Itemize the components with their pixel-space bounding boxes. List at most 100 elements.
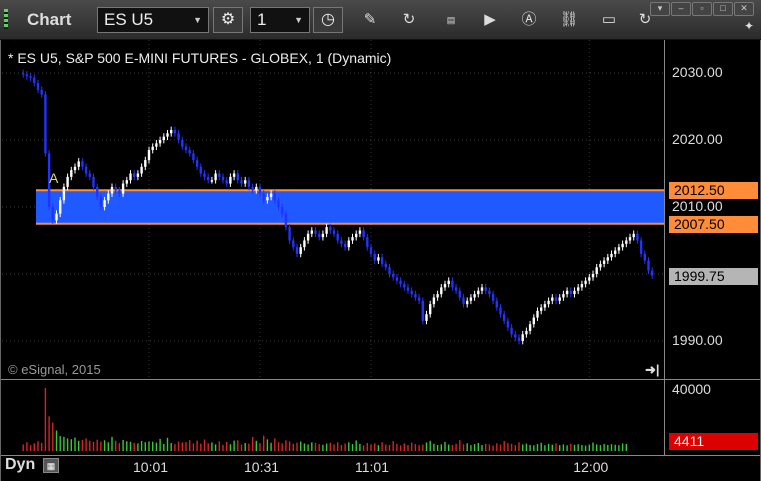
candle-body	[388, 267, 391, 274]
candle-body	[166, 133, 169, 137]
candle-body	[247, 180, 251, 187]
candle-body	[70, 170, 73, 177]
candle-body	[392, 274, 395, 278]
scale-mode-label[interactable]: Dyn	[5, 456, 35, 474]
candle-body	[540, 307, 543, 311]
candle-body	[299, 247, 302, 254]
close-icon[interactable]: ✕	[734, 2, 754, 16]
candle-body	[532, 317, 535, 325]
candle-body	[580, 284, 584, 288]
pencil-icon[interactable]: ✎	[359, 10, 381, 30]
twitter-icon[interactable]: ✦	[738, 16, 760, 36]
restore-icon[interactable]: ▫	[692, 2, 712, 16]
link-icon[interactable]: ⛓	[558, 10, 580, 30]
candle-body	[262, 193, 265, 201]
candle-body	[528, 324, 532, 331]
candle-body	[425, 314, 428, 321]
window-title: Chart	[27, 10, 72, 29]
candle-body	[284, 213, 288, 228]
candle-body	[628, 237, 632, 241]
candle-body	[506, 320, 510, 328]
candle-body	[255, 186, 258, 191]
candle-body	[195, 160, 199, 167]
candle-body	[133, 173, 136, 177]
y-tick-label: 2030.00	[672, 64, 723, 80]
candle-body	[173, 129, 177, 134]
chart-canvas[interactable]	[0, 0, 761, 481]
refresh-icon[interactable]: ↻	[398, 10, 420, 30]
candle-body	[573, 290, 576, 295]
candle-body	[22, 73, 25, 75]
candle-body	[303, 240, 306, 248]
chart-settings-button[interactable]: ⚙	[213, 7, 243, 33]
candle-body	[306, 233, 310, 241]
candle-body	[136, 173, 140, 177]
candle-body	[225, 180, 228, 184]
candle-body	[417, 297, 421, 301]
ticker-icon[interactable]: ▤	[440, 10, 462, 30]
candle-body	[277, 200, 280, 207]
candle-body	[84, 166, 88, 174]
maximize-icon[interactable]: □	[713, 2, 733, 16]
candle-body	[321, 233, 325, 238]
candle-body	[588, 277, 591, 281]
candle-body	[651, 270, 654, 276]
alert-marker[interactable]: A	[49, 170, 58, 186]
candle-body	[232, 173, 236, 177]
alert-icon[interactable]: Ⓐ	[518, 10, 540, 30]
candle-body	[258, 186, 262, 194]
candle-body	[473, 294, 476, 298]
candle-body	[639, 240, 643, 254]
candle-body	[36, 83, 40, 90]
candle-body	[125, 180, 128, 184]
candle-body	[406, 287, 410, 291]
menu-icon[interactable]: ▾	[650, 2, 670, 16]
candle-body	[495, 300, 498, 308]
candle-body	[162, 136, 165, 140]
candle-body	[310, 230, 313, 234]
chevron-down-icon[interactable]: ▼	[294, 8, 303, 32]
chart-toolbar: Chart ES U5 ▼ ⚙ 1 ▼ ◷ ✎ ↻ ▤ ▶ Ⓐ ⛓ ▭ ↻ ▾ …	[0, 0, 761, 40]
window-grip-icon[interactable]	[4, 9, 8, 29]
candle-body	[292, 240, 295, 248]
candle-body	[295, 247, 299, 254]
candle-body	[491, 294, 495, 301]
chevron-down-icon[interactable]: ▼	[193, 8, 202, 32]
candle-body	[288, 227, 291, 241]
candle-body	[51, 207, 54, 221]
lock-scale-icon[interactable]: ▦	[43, 458, 59, 473]
candle-body	[355, 233, 358, 238]
candle-body	[199, 166, 202, 174]
candle-body	[318, 233, 321, 238]
candle-body	[362, 230, 365, 238]
candle-body	[369, 247, 373, 254]
candle-body	[358, 230, 362, 234]
candle-body	[403, 284, 406, 288]
candle-body	[110, 186, 114, 194]
interval-input[interactable]: 1 ▼	[250, 7, 310, 33]
candle-body	[158, 140, 162, 144]
y-tick-label: 2010.00	[672, 198, 723, 214]
candle-body	[395, 277, 399, 281]
scroll-to-end-icon[interactable]: ➜|	[645, 362, 660, 378]
play-icon[interactable]: ▶	[479, 10, 501, 30]
minimize-icon[interactable]: –	[671, 2, 691, 16]
candle-body	[466, 300, 469, 305]
candle-body	[114, 186, 117, 191]
candle-body	[610, 253, 613, 258]
candle-body	[121, 183, 125, 194]
symbol-input[interactable]: ES U5 ▼	[97, 7, 209, 33]
candle-body	[107, 193, 110, 201]
candle-body	[525, 330, 528, 335]
candle-body	[536, 310, 539, 318]
candle-body	[273, 193, 276, 201]
interval-clock-button[interactable]: ◷	[313, 7, 343, 33]
candle-body	[514, 334, 517, 338]
candle-body	[440, 287, 443, 295]
chat-icon[interactable]: ▭	[598, 10, 620, 30]
chart-background	[0, 40, 761, 481]
candle-body	[184, 146, 188, 151]
candle-body	[447, 280, 450, 285]
candle-body	[584, 280, 587, 285]
candle-body	[347, 240, 350, 248]
